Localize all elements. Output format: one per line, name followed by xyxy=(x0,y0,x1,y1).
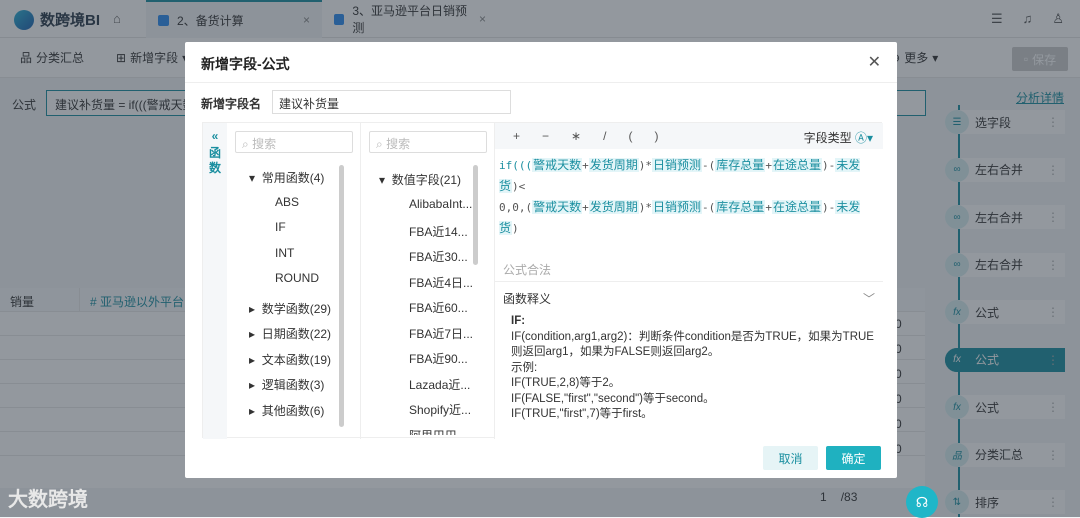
chevron-down-icon: ﹀ xyxy=(862,292,875,306)
label: 其他函数(6) xyxy=(261,403,325,418)
operator-button[interactable]: ( xyxy=(628,129,632,143)
function-group[interactable]: ▸ 逻辑函数(3) xyxy=(249,376,324,393)
field-item[interactable]: FBA近90... xyxy=(409,350,468,367)
placeholder: 搜索 xyxy=(252,137,277,151)
formula-editor: + − ∗ / () 字段类型 Ⓐ▾ if(((警戒天数+发货周期)*日销预测-(库存总… xyxy=(495,123,883,439)
label: 日期函数(22) xyxy=(261,327,332,341)
function-panel-toggle[interactable]: « 函数 xyxy=(203,123,227,439)
formula-editor-panel: « 函数 ⌕ 搜索 ▾ 常用函数(4) ABS IF INT ROUND ▸ 数学函数(29… xyxy=(202,122,883,439)
operator-button[interactable]: / xyxy=(603,129,606,143)
function-item[interactable]: INT xyxy=(275,246,294,260)
function-item[interactable]: ABS xyxy=(275,195,299,209)
function-group[interactable]: ▸ 数学函数(29) xyxy=(249,300,331,317)
function-group[interactable]: ▸ 文本函数(19) xyxy=(249,351,331,368)
headset-icon: ☊ xyxy=(915,493,929,510)
field-token[interactable]: 日销预测 xyxy=(652,200,703,214)
divider xyxy=(185,82,897,83)
field-token[interactable]: 库存总量 xyxy=(715,200,766,214)
explain-line: 示例: xyxy=(511,361,538,374)
label: 函数 xyxy=(209,146,222,175)
function-search-input[interactable]: ⌕ 搜索 xyxy=(235,131,353,153)
explain-line: IF(condition,arg1,arg2)：判断条件condition是否为… xyxy=(511,330,874,343)
field-token[interactable]: 日销预测 xyxy=(652,158,703,172)
scrollbar[interactable] xyxy=(473,165,478,265)
label: 字段类型 xyxy=(803,131,852,145)
placeholder: 搜索 xyxy=(386,137,411,151)
label: 逻辑函数(3) xyxy=(261,378,325,392)
operator-button[interactable]: ) xyxy=(654,129,658,143)
field-token[interactable]: 发货周期 xyxy=(588,158,639,172)
label: 文本函数(19) xyxy=(261,352,332,367)
explain-line: IF(TRUE,2,8)等于2。 xyxy=(511,377,621,389)
field-token[interactable]: 警戒天数 xyxy=(532,200,583,214)
field-item[interactable]: Shopify近... xyxy=(409,401,471,418)
field-token[interactable]: 警戒天数 xyxy=(532,158,583,172)
field-token[interactable]: 发货周期 xyxy=(588,200,639,214)
confirm-button[interactable]: 确定 xyxy=(826,446,881,470)
double-chevron-left-icon: « xyxy=(211,129,219,143)
field-token[interactable]: 库存总量 xyxy=(715,158,766,172)
function-group[interactable]: ▾ 常用函数(4) xyxy=(249,169,324,186)
watermark: 大数跨境 xyxy=(8,489,88,511)
field-group[interactable]: ▾ 数值字段(21) xyxy=(379,171,461,188)
cancel-button[interactable]: 取消 xyxy=(763,446,818,470)
field-search-input[interactable]: ⌕ 搜索 xyxy=(369,131,487,153)
field-list: ⌕ 搜索 ▾ 数值字段(21) AlibabaInt... FBA近14... FB… xyxy=(361,123,495,439)
field-item[interactable]: FBA近30... xyxy=(409,248,468,265)
explain-line: IF(TRUE,"first",7)等于first。 xyxy=(511,408,653,420)
label: 数学函数(29) xyxy=(261,301,332,316)
add-field-formula-dialog: 新增字段-公式 ✕ 新增字段名 建议补货量 « 函数 ⌕ 搜索 ▾ 常用函数(4)… xyxy=(185,42,897,478)
explain-line: 则返回arg1，如果为FALSE则返回arg2。 xyxy=(511,346,720,358)
field-token[interactable]: 在途总量 xyxy=(771,200,822,214)
field-item[interactable]: FBA近60... xyxy=(409,299,468,316)
text-type-icon: Ⓐ▾ xyxy=(854,131,873,145)
field-item[interactable]: FBA近7日... xyxy=(409,325,473,342)
field-item[interactable]: Lazada近... xyxy=(409,376,470,393)
field-name-label: 新增字段名 xyxy=(201,97,262,111)
close-icon[interactable]: ✕ xyxy=(868,52,881,72)
scrollbar[interactable] xyxy=(339,165,344,427)
function-group[interactable]: ▸ 其他函数(6) xyxy=(249,402,324,419)
field-token[interactable]: 在途总量 xyxy=(771,158,822,172)
function-list: ⌕ 搜索 ▾ 常用函数(4) ABS IF INT ROUND ▸ 数学函数(29) ▸ 日… xyxy=(227,123,361,439)
function-item[interactable]: ROUND xyxy=(275,271,319,285)
function-item[interactable]: IF xyxy=(275,220,286,234)
operator-button[interactable]: + xyxy=(513,129,520,143)
label: 常用函数(4) xyxy=(261,171,325,185)
field-item[interactable]: FBA近4日... xyxy=(409,274,473,291)
formula-text[interactable]: if(((警戒天数+发货周期)*日销预测-(库存总量+在途总量)-未发货)< 0,… xyxy=(499,155,879,239)
function-explanation: IF: IF(condition,arg1,arg2)：判断条件condition… xyxy=(511,314,874,423)
support-chat-button[interactable]: ☊ xyxy=(906,486,938,518)
explain-line: IF: xyxy=(511,315,526,327)
dialog-title: 新增字段-公式 xyxy=(201,56,290,72)
field-item[interactable]: 阿里巴巴... xyxy=(409,427,467,435)
field-item[interactable]: FBA近14... xyxy=(409,223,468,240)
operator-button[interactable]: ∗ xyxy=(571,129,581,143)
function-group[interactable]: ▸ 日期函数(22) xyxy=(249,325,331,342)
label: 数值字段(21) xyxy=(391,173,462,187)
explain-header[interactable]: 函数释义 ﹀ xyxy=(495,281,883,315)
explain-line: IF(FALSE,"first","second")等于second。 xyxy=(511,392,715,405)
field-name-input[interactable]: 建议补货量 xyxy=(272,90,511,114)
label: 函数释义 xyxy=(503,292,552,306)
field-type-select[interactable]: 字段类型 Ⓐ▾ xyxy=(804,129,873,146)
field-item[interactable]: AlibabaInt... xyxy=(409,197,472,211)
function-keyword: if((( xyxy=(499,159,533,172)
operator-button[interactable]: − xyxy=(542,129,549,143)
formula-status: 公式合法 xyxy=(503,263,552,277)
